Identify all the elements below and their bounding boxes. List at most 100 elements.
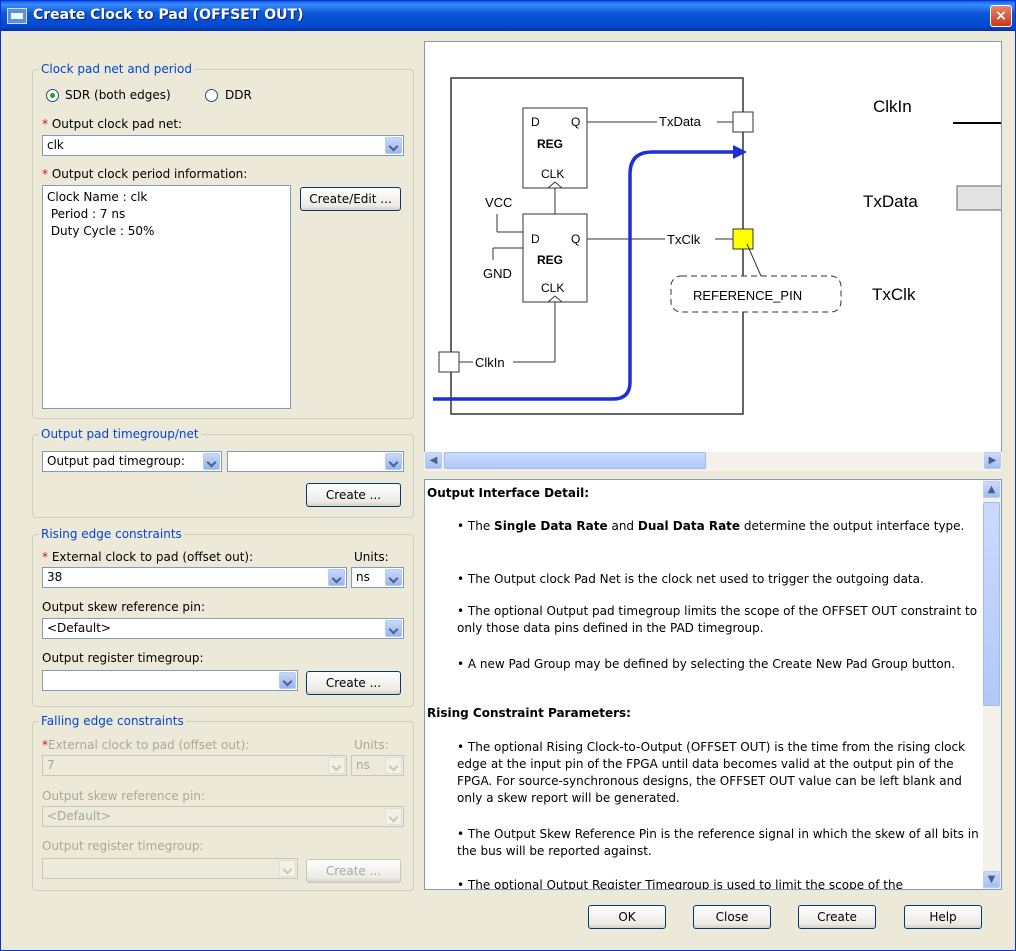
rising-skew-label: Output skew reference pin:: [42, 600, 205, 614]
output-clock-pad-net-label: * Output clock pad net:: [42, 117, 183, 131]
reg-bottom-q: Q: [571, 232, 580, 246]
txdata-label: TxData: [659, 114, 702, 129]
reg-top-clk: CLK: [541, 167, 564, 181]
rising-offset-value: 38: [47, 570, 63, 584]
detail-bullet: • The optional Output pad timegroup limi…: [457, 604, 978, 635]
rising-edge-legend: Rising edge constraints: [39, 527, 184, 541]
sdr-radio[interactable]: [46, 89, 59, 102]
scroll-up-icon[interactable]: ▲: [983, 481, 1000, 498]
detail-vertical-scrollbar[interactable]: ▲ ▼: [983, 480, 1001, 889]
rising-units-select[interactable]: ns: [351, 567, 404, 588]
detail-bullet: • The Output Skew Reference Pin is the r…: [457, 827, 979, 858]
detail-bullet: • A new Pad Group may be defined by sele…: [457, 657, 956, 671]
detail-bullet: • The Output clock Pad Net is the clock …: [457, 572, 924, 586]
diagram-horizontal-scrollbar[interactable]: ◀ ▶: [424, 452, 1002, 471]
rising-reg-label: Output register timegroup:: [42, 651, 204, 665]
ok-button[interactable]: OK: [588, 905, 666, 929]
close-button[interactable]: Close: [693, 905, 771, 929]
gnd-label: GND: [483, 266, 512, 281]
reference-pin-label: REFERENCE_PIN: [693, 288, 802, 303]
reg-top-q: Q: [571, 115, 580, 129]
window-title: Create Clock to Pad (OFFSET OUT): [33, 7, 304, 23]
falling-edge-legend: Falling edge constraints: [39, 714, 186, 728]
falling-skew-select[interactable]: <Default>: [42, 806, 404, 827]
wave-txclk-label: TxClk: [872, 285, 916, 304]
chevron-down-icon[interactable]: [385, 808, 402, 825]
txclk-pad-highlight: [732, 228, 754, 250]
clkin-pad: [438, 351, 460, 373]
detail-heading-rising: Rising Constraint Parameters:: [427, 706, 631, 720]
reg-bottom-d: D: [531, 232, 540, 246]
rising-skew-value: <Default>: [47, 621, 111, 635]
clock-period-label: * Output clock period information:: [42, 167, 248, 181]
falling-units-select[interactable]: ns: [351, 755, 404, 776]
clkin-label: ClkIn: [475, 355, 505, 370]
detail-bullet: • The optional Output Register Timegroup…: [457, 878, 903, 890]
ddr-radio[interactable]: [205, 89, 218, 102]
period-line: Period : 7 ns: [47, 207, 126, 221]
reg-top-name: REG: [537, 137, 563, 151]
app-icon: [7, 8, 27, 24]
chevron-down-icon[interactable]: [385, 569, 402, 586]
detail-heading-interface: Output Interface Detail:: [427, 486, 590, 500]
chevron-down-icon[interactable]: [203, 453, 220, 470]
clock-period-info-box[interactable]: Clock Name : clk Period : 7 ns Duty Cycl…: [42, 185, 291, 409]
chevron-down-icon[interactable]: [385, 757, 402, 774]
chevron-down-icon[interactable]: [385, 137, 402, 154]
chevron-down-icon[interactable]: [385, 453, 402, 470]
rising-offset-input[interactable]: 38: [42, 567, 347, 588]
chevron-down-icon[interactable]: [385, 620, 402, 637]
create-pad-group-button[interactable]: Create ...: [306, 483, 401, 507]
rising-units-label: Units:: [354, 550, 389, 564]
rising-units-value: ns: [356, 570, 370, 584]
scroll-thumb[interactable]: [983, 502, 1000, 706]
falling-skew-label: Output skew reference pin:: [42, 789, 205, 803]
reg-top-d: D: [531, 115, 540, 129]
falling-reg-select[interactable]: [42, 858, 298, 879]
rising-reg-select[interactable]: [42, 670, 298, 691]
wave-clkin-label: ClkIn: [873, 97, 912, 116]
pad-type-value: Output pad timegroup:: [47, 454, 185, 468]
txdata-pad: [732, 111, 754, 133]
scroll-left-icon[interactable]: ◀: [425, 452, 442, 469]
scroll-thumb[interactable]: [444, 452, 706, 469]
reg-bottom-name: REG: [537, 253, 563, 267]
timing-diagram-panel: D Q REG CLK TxData D Q REG CLK VCC GND T…: [424, 41, 1002, 471]
period-line: Clock Name : clk: [47, 190, 148, 204]
txclk-label: TxClk: [667, 232, 701, 247]
ddr-label: DDR: [225, 88, 252, 102]
scroll-right-icon[interactable]: ▶: [984, 452, 1001, 469]
sdr-label: SDR (both edges): [65, 88, 171, 102]
rising-skew-select[interactable]: <Default>: [42, 618, 404, 639]
create-rising-reg-button[interactable]: Create ...: [306, 671, 401, 695]
scroll-down-icon[interactable]: ▼: [983, 871, 1000, 888]
help-detail-panel: Output Interface Detail: • The Single Da…: [424, 479, 1002, 890]
create-button[interactable]: Create: [798, 905, 876, 929]
output-clock-pad-net-select[interactable]: clk: [42, 135, 404, 156]
reg-bottom-clk: CLK: [541, 281, 564, 295]
help-button[interactable]: Help: [904, 905, 982, 929]
pad-name-select[interactable]: [227, 451, 404, 472]
falling-ext-clock-label: *External clock to pad (offset out):: [42, 738, 250, 752]
close-window-button[interactable]: ×: [990, 5, 1012, 27]
chevron-down-icon[interactable]: [328, 757, 345, 774]
period-line: Duty Cycle : 50%: [47, 224, 155, 238]
dialog-window: Create Clock to Pad (OFFSET OUT) × Clock…: [0, 0, 1016, 951]
rising-ext-clock-label: * External clock to pad (offset out):: [42, 550, 254, 564]
wave-txdata-label: TxData: [863, 192, 918, 211]
create-edit-clock-button[interactable]: Create/Edit ...: [300, 187, 401, 211]
chevron-down-icon[interactable]: [328, 569, 345, 586]
create-falling-reg-button[interactable]: Create ...: [306, 859, 401, 883]
title-bar[interactable]: Create Clock to Pad (OFFSET OUT) ×: [1, 1, 1015, 31]
schematic-svg: D Q REG CLK TxData D Q REG CLK VCC GND T…: [433, 77, 1001, 415]
falling-offset-input[interactable]: 7: [42, 755, 347, 776]
pad-type-select[interactable]: Output pad timegroup:: [42, 451, 222, 472]
output-clock-pad-net-value: clk: [47, 138, 64, 152]
chevron-down-icon[interactable]: [279, 860, 296, 877]
chevron-down-icon[interactable]: [279, 672, 296, 689]
output-pad-legend: Output pad timegroup/net: [39, 427, 201, 441]
clock-pad-legend: Clock pad net and period: [39, 62, 194, 76]
detail-bullet: • The optional Rising Clock-to-Output (O…: [457, 740, 966, 805]
falling-reg-label: Output register timegroup:: [42, 839, 204, 853]
falling-units-label: Units:: [354, 738, 389, 752]
